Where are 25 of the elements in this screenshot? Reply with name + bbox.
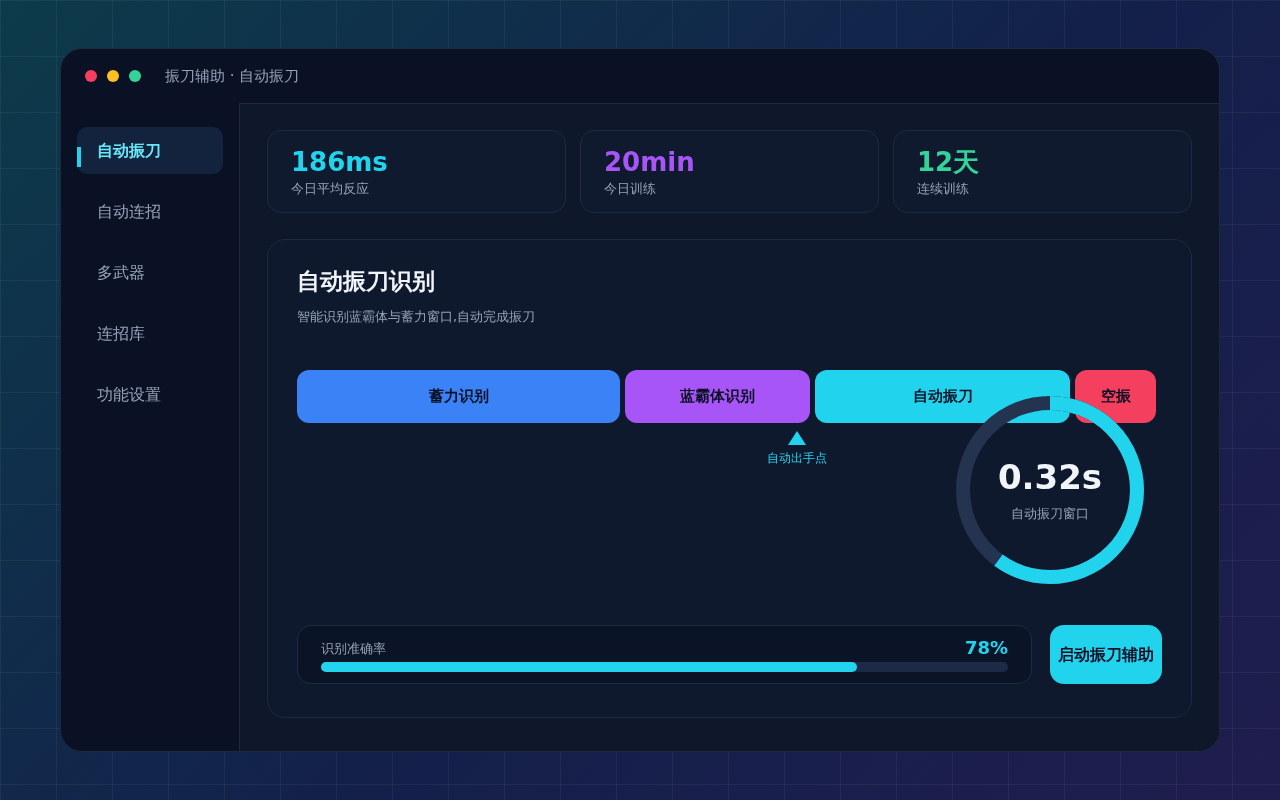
stat-label: 今日平均反应 [291, 180, 370, 198]
active-indicator [77, 147, 81, 167]
gauge-value: 0.32s [997, 456, 1103, 499]
timeline-segment: 自动振刀 [815, 370, 1070, 423]
timeline-segment: 蓝霸体识别 [625, 370, 810, 423]
stat-label: 今日训练 [604, 180, 657, 198]
panel-title: 自动振刀识别 [297, 267, 436, 296]
start-button[interactable]: 启动振刀辅助 [1050, 625, 1162, 684]
stat-value: 20min [604, 146, 696, 179]
accuracy-label: 识别准确率 [321, 639, 386, 658]
stat-value: 12天 [917, 146, 981, 179]
accuracy-value: 78% [964, 638, 1008, 658]
stat-value: 186ms [291, 146, 389, 179]
sidebar-item[interactable]: 自动振刀 [77, 127, 223, 174]
stat-label: 连续训练 [917, 180, 970, 198]
marker-label: 自动出手点 [767, 450, 827, 467]
sidebar-item[interactable]: 自动连招 [77, 188, 223, 235]
sidebar-item[interactable]: 功能设置 [77, 371, 223, 418]
timeline-segment: 蓄力识别 [297, 370, 620, 423]
sidebar-item[interactable]: 多武器 [77, 249, 223, 296]
triangle-marker-icon [788, 431, 806, 445]
gauge-label: 自动振刀窗口 [1011, 505, 1089, 524]
panel-subtitle: 智能识别蓝霸体与蓄力窗口,自动完成振刀 [297, 307, 537, 326]
window-title: 振刀辅助 · 自动振刀 [165, 65, 300, 87]
sidebar-item[interactable]: 连招库 [77, 310, 223, 357]
